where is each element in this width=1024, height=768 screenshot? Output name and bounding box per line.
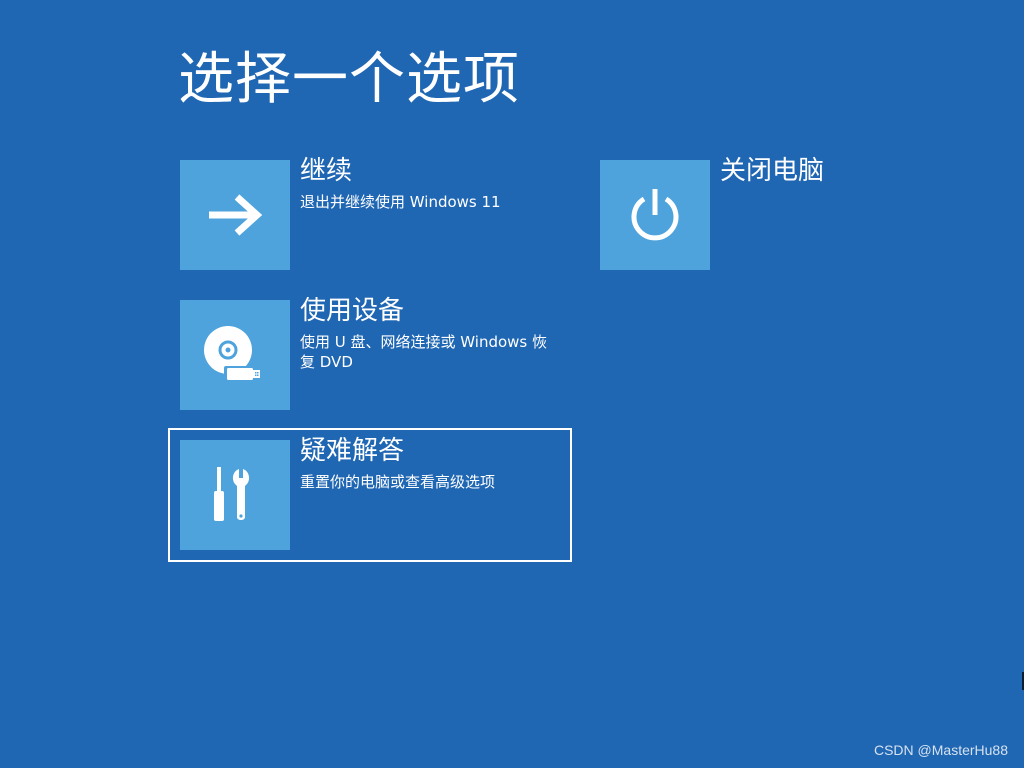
option-use-device-tile[interactable] (180, 300, 290, 410)
option-shutdown[interactable]: 关闭电脑 (600, 156, 980, 270)
option-shutdown-text: 关闭电脑 (720, 154, 980, 188)
option-continue-description: 退出并继续使用 Windows 11 (300, 193, 501, 211)
option-continue-label: 继续 (300, 156, 353, 186)
watermark: CSDN @MasterHu88 (873, 742, 1008, 758)
option-use-device-description: 使用 U 盘、网络连接或 Windows 恢复 DVD (300, 333, 548, 371)
option-troubleshoot-tile[interactable] (180, 440, 290, 550)
option-shutdown-tile[interactable] (600, 160, 710, 270)
disc-usb-icon (204, 326, 262, 382)
option-use-device-text: 使用设备 使用 U 盘、网络连接或 Windows 恢复 DVD (300, 294, 560, 372)
tools-icon (214, 467, 250, 521)
option-continue[interactable]: 继续 退出并继续使用 Windows 11 (180, 156, 560, 270)
page-title: 选择一个选项 (178, 47, 520, 112)
option-troubleshoot-text: 疑难解答 重置你的电脑或查看高级选项 (300, 434, 560, 492)
option-use-device[interactable]: 使用设备 使用 U 盘、网络连接或 Windows 恢复 DVD (180, 296, 560, 410)
option-troubleshoot-label: 疑难解答 (300, 436, 405, 466)
option-troubleshoot-description: 重置你的电脑或查看高级选项 (300, 473, 496, 491)
option-continue-text: 继续 退出并继续使用 Windows 11 (300, 154, 560, 212)
option-continue-tile[interactable] (180, 160, 290, 270)
option-troubleshoot[interactable]: 疑难解答 重置你的电脑或查看高级选项 (180, 436, 560, 550)
power-icon (631, 189, 679, 241)
option-use-device-label: 使用设备 (300, 296, 405, 326)
arrow-right-icon (209, 194, 263, 236)
option-shutdown-label: 关闭电脑 (720, 156, 825, 186)
